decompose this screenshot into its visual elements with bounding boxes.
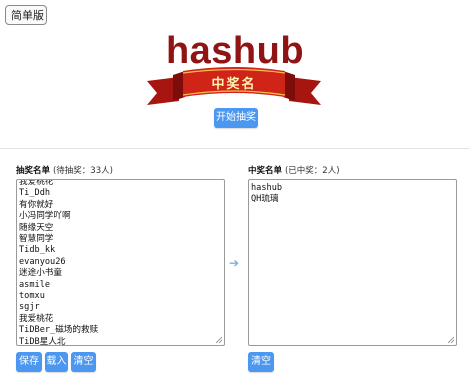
winner-textarea[interactable]: hashub QH琉璃 (248, 179, 457, 346)
list-item: hashub (251, 183, 283, 193)
list-item: TiDBer_磁场的救赎 (19, 325, 99, 336)
list-item: 我爱桃花 (19, 313, 54, 324)
start-draw-button[interactable]: 开始抽奖 (214, 108, 258, 128)
list-item: evanyou26 (19, 256, 66, 267)
list-item: 迷途小书童 (19, 268, 62, 279)
list-item: 小冯同学吖啊 (19, 211, 71, 222)
ribbon-text: 中奖名 (211, 77, 257, 92)
candidate-count: (待抽奖：33人) (52, 166, 113, 176)
winner-list-title: 中奖名单 (248, 166, 283, 176)
list-item: sgjr (19, 302, 40, 313)
save-button[interactable]: 保存 (16, 352, 42, 372)
list-item: QH琉璃 (251, 194, 279, 205)
candidate-list-title: 抽奖名单 (16, 166, 51, 176)
candidate-textarea[interactable]: 我爱桃花 Ti_Ddh 有你就好 小冯同学吖啊 随缘天空 智慧同学 Tidb_kk evany… (16, 179, 225, 346)
list-item: TiDB星人北 (19, 336, 66, 346)
right-panel-label: 中奖名单 (已中奖：2人) (248, 164, 340, 176)
arrow-right-icon: ➔ (229, 256, 240, 270)
list-item: 智慧同学 (19, 234, 54, 245)
list-item: asmile (19, 279, 51, 290)
list-item: 随缘天空 (19, 222, 54, 233)
version-select[interactable]: 简单版 ⌄ (5, 5, 47, 25)
winner-count: (已中奖：2人) (284, 166, 340, 176)
section-divider (0, 148, 470, 149)
resize-handle-icon[interactable] (448, 337, 454, 343)
clear-winners-button[interactable]: 清空 (248, 352, 274, 372)
list-item: Tidb_kk (19, 245, 56, 256)
clear-candidates-button[interactable]: 清空 (71, 352, 96, 372)
load-button[interactable]: 载入 (45, 352, 68, 372)
resize-handle-icon[interactable] (216, 337, 222, 343)
list-item: Ti_Ddh (19, 188, 51, 199)
list-item: 我爱桃花 (19, 179, 54, 187)
list-item: 有你就好 (19, 199, 54, 210)
chevron-down-icon: ⌄ (34, 11, 42, 21)
winner-list: hashub QH琉璃 (251, 183, 282, 206)
candidate-list: 我爱桃花 Ti_Ddh 有你就好 小冯同学吖啊 随缘天空 智慧同学 Tidb_kk evany… (19, 179, 99, 346)
left-panel-label: 抽奖名单 (待抽奖：33人) (16, 164, 113, 176)
list-item: tomxu (19, 291, 45, 302)
